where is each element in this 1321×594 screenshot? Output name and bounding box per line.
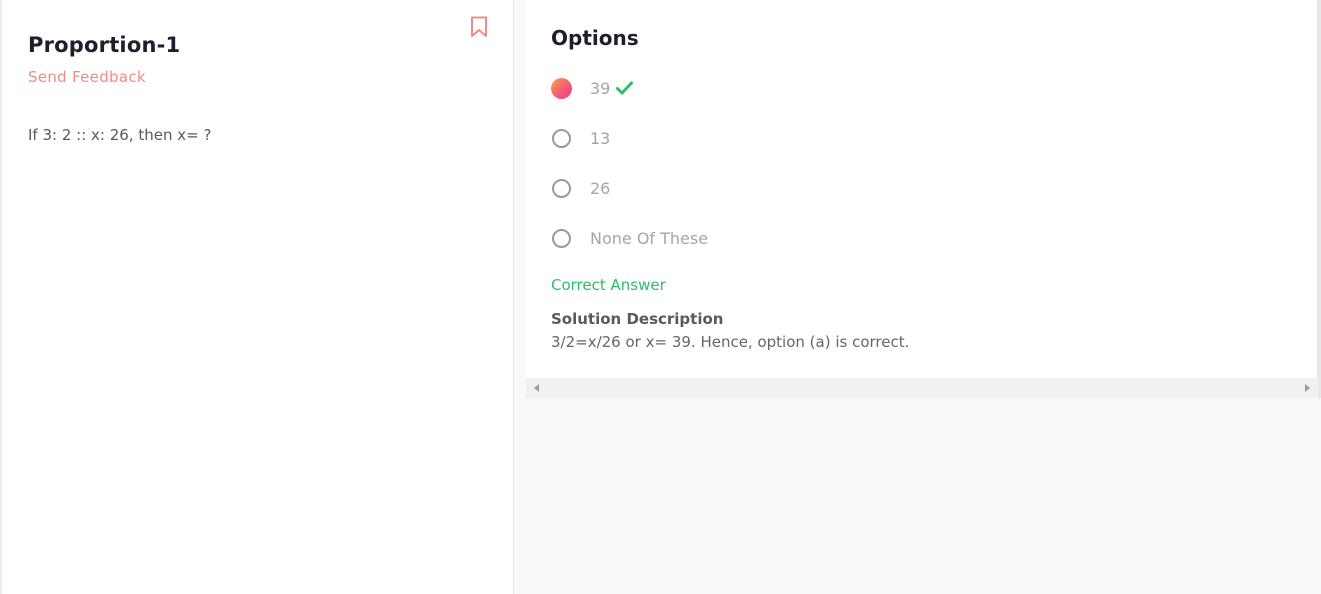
- send-feedback-link[interactable]: Send Feedback: [28, 68, 146, 86]
- option-label: None Of These: [590, 228, 709, 248]
- radio-button[interactable]: [552, 178, 571, 198]
- correct-answer-label: Correct Answer: [551, 276, 666, 294]
- radio-button[interactable]: [552, 228, 571, 248]
- radio-button[interactable]: [552, 128, 571, 148]
- option-2[interactable]: 13: [552, 126, 610, 150]
- bookmark-icon[interactable]: [470, 16, 488, 38]
- option-label: 39: [590, 78, 611, 98]
- option-1[interactable]: 39: [551, 76, 634, 100]
- option-4[interactable]: None Of These: [552, 226, 708, 250]
- horizontal-scrollbar[interactable]: [526, 378, 1318, 398]
- option-label: 13: [590, 128, 611, 148]
- options-card: Options 39 13 26 None Of These Correct A…: [526, 0, 1318, 378]
- scroll-right-icon[interactable]: [1305, 384, 1310, 392]
- checkmark-icon: [616, 81, 634, 95]
- solution-title: Solution Description: [551, 310, 724, 328]
- options-heading: Options: [551, 26, 639, 50]
- solution-text: 3/2=x/26 or x= 39. Hence, option (a) is …: [551, 333, 910, 351]
- radio-selected[interactable]: [551, 77, 572, 99]
- question-panel: Proportion-1 Send Feedback If 3: 2 :: x:…: [0, 0, 514, 594]
- option-3[interactable]: 26: [552, 176, 610, 200]
- scroll-left-icon[interactable]: [534, 384, 539, 392]
- option-label: 26: [590, 178, 611, 198]
- question-title: Proportion-1: [28, 33, 181, 57]
- vertical-scrollbar[interactable]: [1317, 0, 1321, 398]
- question-text: If 3: 2 :: x: 26, then x= ?: [28, 126, 212, 144]
